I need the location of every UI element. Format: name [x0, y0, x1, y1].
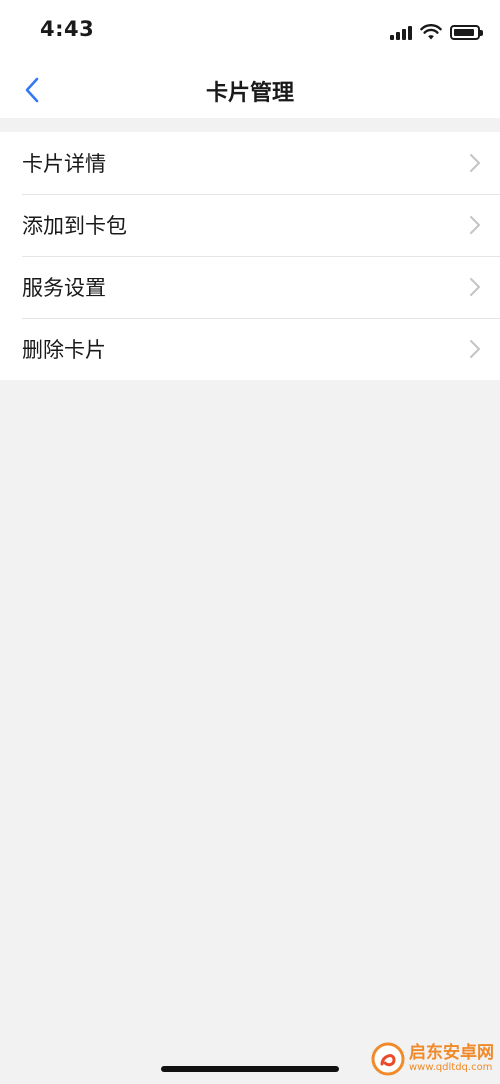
home-indicator[interactable] — [161, 1066, 339, 1072]
menu-list: 卡片详情 添加到卡包 服务设置 删除卡片 — [0, 132, 500, 380]
nav-bar: 卡片管理 — [0, 62, 500, 118]
watermark-logo-icon — [371, 1042, 405, 1076]
chevron-right-icon — [470, 154, 480, 172]
chevron-right-icon — [470, 278, 480, 296]
menu-item-service-settings[interactable]: 服务设置 — [0, 256, 500, 318]
status-time: 4:43 — [40, 17, 95, 41]
menu-item-add-to-wallet[interactable]: 添加到卡包 — [0, 194, 500, 256]
chevron-right-icon — [470, 216, 480, 234]
watermark-url: www.qdltdq.com — [409, 1061, 493, 1073]
watermark-title: 启东安卓网 — [409, 1042, 494, 1063]
chevron-right-icon — [470, 340, 480, 358]
battery-icon — [450, 24, 483, 40]
menu-item-label: 卡片详情 — [22, 152, 106, 176]
menu-item-label: 服务设置 — [22, 276, 106, 300]
watermark: 启东安卓网 www.qdltdq.com — [371, 1042, 494, 1076]
menu-item-label: 删除卡片 — [22, 338, 106, 362]
screen: 4:43 卡片管理 卡片详情 添加到卡包 服务设置 删除卡片 启东安卓网 www… — [0, 0, 500, 1084]
status-icons — [390, 20, 483, 44]
wifi-icon — [420, 23, 442, 39]
menu-item-card-details[interactable]: 卡片详情 — [0, 132, 500, 194]
menu-item-label: 添加到卡包 — [22, 214, 127, 238]
signal-icon — [390, 24, 412, 40]
page-title: 卡片管理 — [205, 81, 294, 106]
menu-item-delete-card[interactable]: 删除卡片 — [0, 318, 500, 380]
status-bar: 4:43 — [0, 0, 500, 62]
